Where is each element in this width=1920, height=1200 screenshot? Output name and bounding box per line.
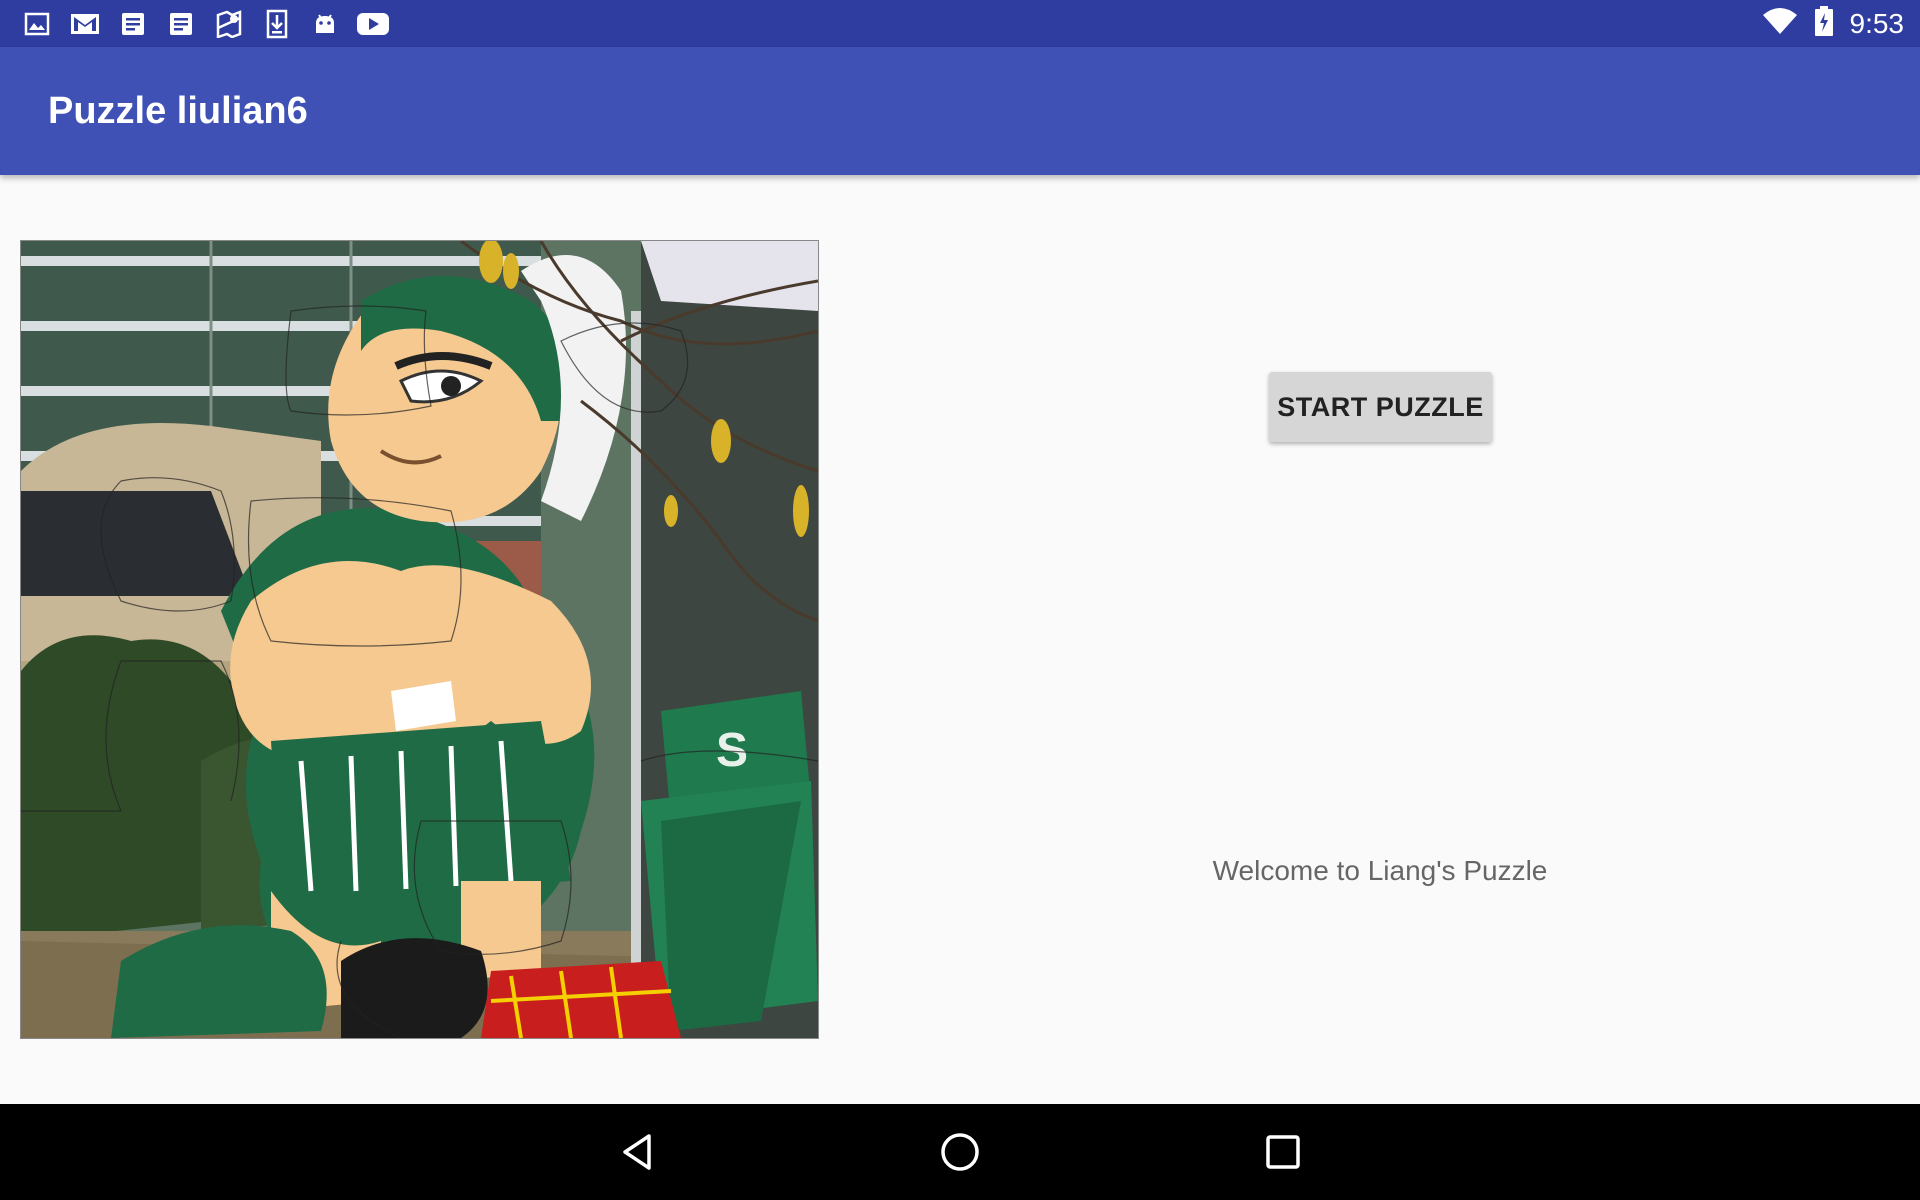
document-icon (164, 8, 198, 40)
status-bar: 9:53 (0, 0, 1920, 47)
android-icon (308, 8, 342, 40)
gmail-icon (68, 8, 102, 40)
image-icon (20, 8, 54, 40)
battery-charging-icon (1814, 5, 1834, 42)
document-icon (116, 8, 150, 40)
notification-icons (20, 8, 390, 40)
wifi-icon (1762, 7, 1798, 40)
back-icon[interactable] (607, 1122, 667, 1182)
status-right: 9:53 (1762, 0, 1905, 47)
app-title: Puzzle liulian6 (48, 90, 308, 132)
home-icon[interactable] (930, 1122, 990, 1182)
puzzle-image[interactable]: S (20, 240, 819, 1039)
welcome-text: Welcome to Liang's Puzzle (1212, 855, 1548, 886)
recents-icon[interactable] (1253, 1122, 1313, 1182)
navigation-bar (0, 1104, 1920, 1200)
status-time: 9:53 (1849, 7, 1905, 39)
download-icon (260, 8, 294, 40)
start-puzzle-button[interactable]: START PUZZLE (1269, 372, 1492, 442)
app-bar: Puzzle liulian6 (0, 47, 1920, 175)
maps-icon (212, 8, 246, 40)
youtube-icon (356, 8, 390, 40)
